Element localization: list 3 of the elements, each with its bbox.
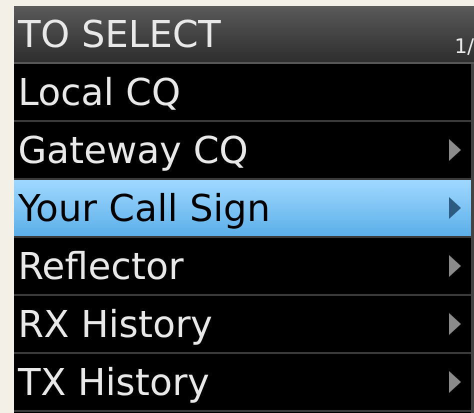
menu-item[interactable]: Your Call Sign xyxy=(14,180,471,238)
page-indicator: 1/ xyxy=(454,36,474,60)
menu-title: TO SELECT xyxy=(16,16,221,52)
